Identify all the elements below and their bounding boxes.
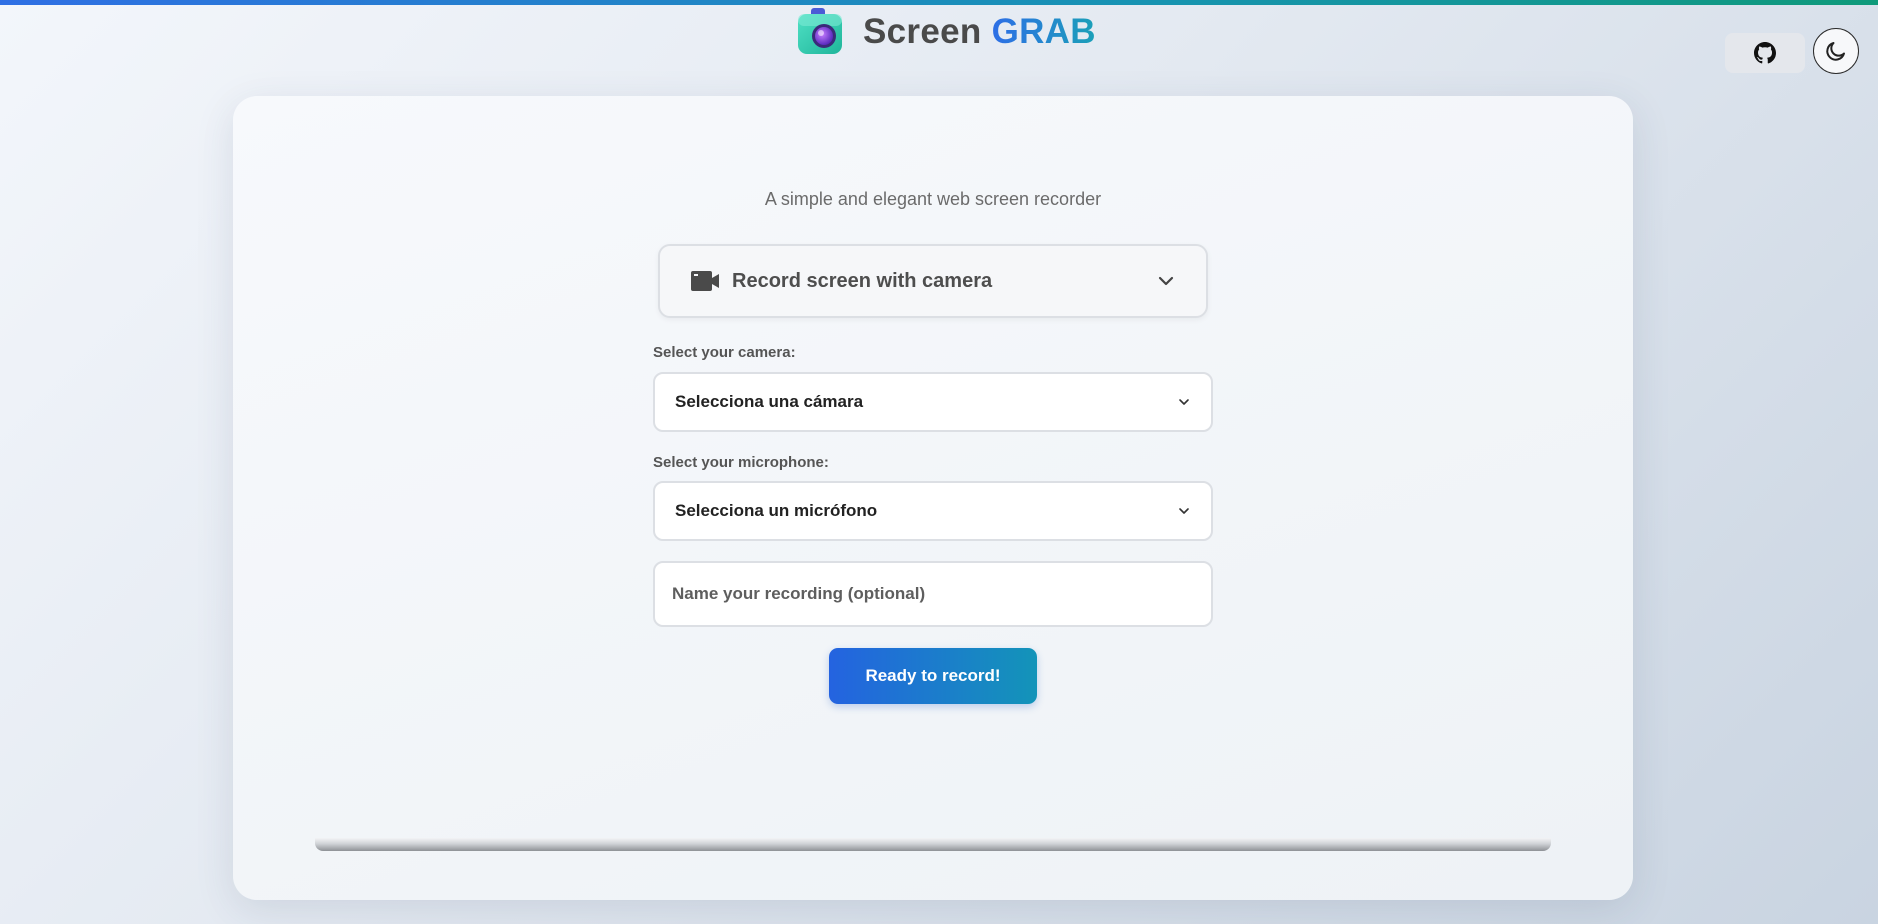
subtitle: A simple and elegant web screen recorder — [764, 189, 1102, 209]
microphone-select[interactable]: Selecciona un micrófono — [653, 481, 1213, 541]
record-mode-select[interactable]: Record screen with camera — [658, 244, 1208, 318]
ready-to-record-button[interactable]: Ready to record! — [829, 648, 1037, 704]
brand: Screen GRAB — [795, 6, 1096, 58]
camera-logo-icon — [798, 8, 842, 54]
moon-icon — [1826, 42, 1845, 61]
github-button[interactable] — [1725, 33, 1805, 73]
microphone-select-value: Selecciona un micrófono — [675, 501, 878, 520]
chevron-down-icon — [1179, 508, 1189, 514]
chevron-down-icon — [1179, 399, 1189, 405]
app-title-part1: Screen — [863, 12, 982, 51]
video-camera-icon — [691, 271, 719, 291]
microphone-label: Select your microphone: — [653, 454, 829, 471]
app-title-part2: GRAB — [991, 12, 1096, 51]
top-accent-bar — [0, 0, 1878, 5]
camera-label: Select your camera: — [653, 344, 796, 361]
app-title: Screen GRAB — [863, 12, 1096, 52]
record-mode-label: Record screen with camera — [732, 269, 993, 292]
progress-bar — [315, 838, 1551, 851]
github-icon — [1754, 42, 1776, 64]
recording-name-input[interactable] — [653, 561, 1213, 627]
theme-toggle-button[interactable] — [1813, 28, 1859, 74]
camera-select[interactable]: Selecciona una cámara — [653, 372, 1213, 432]
chevron-down-icon — [1158, 276, 1174, 286]
camera-select-value: Selecciona una cámara — [675, 392, 864, 411]
